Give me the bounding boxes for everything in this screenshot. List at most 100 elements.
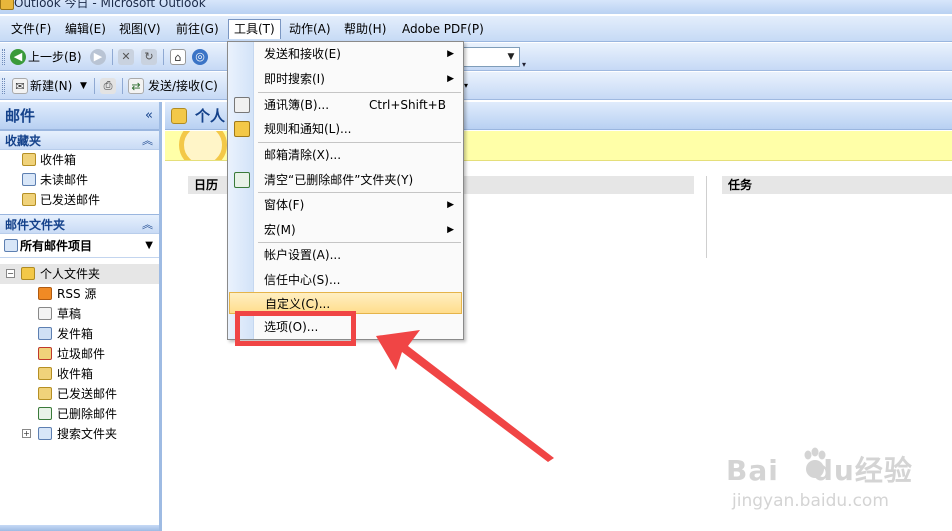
- menu-item-label: 清空“已删除邮件”文件夹(Y): [264, 173, 414, 187]
- toolbar-overflow-icon[interactable]: ▾: [522, 60, 530, 70]
- menu-item-address-book[interactable]: 通讯簿(B)... Ctrl+Shift+B: [229, 94, 462, 116]
- menu-item-mailbox-cleanup[interactable]: 邮箱清除(X)...: [229, 144, 462, 166]
- menu-item-label: 发送和接收(E): [264, 47, 341, 61]
- menu-separator: [258, 242, 461, 243]
- menu-item-account-settings[interactable]: 帐户设置(A)...: [229, 244, 462, 266]
- folder-inbox[interactable]: 收件箱: [0, 364, 159, 384]
- menu-item-forms[interactable]: 窗体(F) ▶: [229, 194, 462, 216]
- menu-item-instant-search[interactable]: 即时搜索(I) ▶: [229, 68, 462, 90]
- menu-actions[interactable]: 动作(A): [284, 19, 336, 39]
- toolbar-separator: [112, 49, 113, 65]
- toolbar-separator: [94, 78, 95, 94]
- menu-item-label: 窗体(F): [264, 198, 305, 212]
- menu-help[interactable]: 帮助(H): [339, 19, 391, 39]
- web-search-icon[interactable]: ◎: [192, 49, 208, 65]
- content-title: 个人: [195, 107, 226, 125]
- collapse-icon[interactable]: −: [6, 269, 15, 278]
- chevron-up-icon[interactable]: ︽: [142, 215, 153, 235]
- folder-label: 垃圾邮件: [57, 347, 106, 361]
- forward-icon[interactable]: ▶: [90, 49, 106, 65]
- menu-tools[interactable]: 工具(T): [228, 19, 281, 39]
- folder-search[interactable]: + 搜索文件夹: [0, 424, 159, 444]
- folder-junk[interactable]: 垃圾邮件: [0, 344, 159, 364]
- menu-go[interactable]: 前往(G): [171, 19, 224, 39]
- menu-item-trust-center[interactable]: 信任中心(S)...: [229, 269, 462, 291]
- chevron-up-icon[interactable]: ︽: [142, 131, 153, 151]
- menu-edit[interactable]: 编辑(E): [60, 19, 111, 39]
- folder-sent[interactable]: 已发送邮件: [0, 384, 159, 404]
- folder-drafts[interactable]: 草稿: [0, 304, 159, 324]
- sun-icon: [179, 131, 227, 160]
- tools-menu-dropdown: 发送和接收(E) ▶ 即时搜索(I) ▶ 通讯簿(B)... Ctrl+Shif…: [227, 41, 464, 340]
- toolbar-grip[interactable]: [2, 78, 5, 94]
- drafts-icon: [38, 307, 52, 320]
- favorites-header[interactable]: 收藏夹 ︽: [0, 130, 159, 150]
- menu-item-label: 规则和通知(L)...: [264, 122, 352, 136]
- folder-label: 个人文件夹: [40, 267, 101, 281]
- menu-item-rules-alerts[interactable]: 规则和通知(L)...: [229, 118, 462, 140]
- all-mail-items-selector[interactable]: 所有邮件项目 ▼: [0, 234, 159, 258]
- mail-toolbar: ✉ 新建(N) ▼ ⎙ ⇄ 发送/接收(C) ▾: [0, 72, 952, 100]
- menu-item-label: 信任中心(S)...: [264, 273, 341, 287]
- menu-file[interactable]: 文件(F): [6, 19, 56, 39]
- submenu-arrow-icon: ▶: [447, 49, 454, 59]
- search-folder-icon: [38, 427, 52, 440]
- submenu-arrow-icon: ▶: [447, 200, 454, 210]
- tasks-header[interactable]: 任务: [722, 176, 952, 194]
- chevron-down-icon[interactable]: ▼: [503, 48, 519, 66]
- favorite-inbox[interactable]: 收件箱: [0, 150, 159, 170]
- mail-folders-header[interactable]: 邮件文件夹 ︽: [0, 214, 159, 234]
- column-divider: [706, 176, 707, 258]
- toolbar-grip[interactable]: [2, 49, 5, 65]
- watermark-brand: Bai: [726, 454, 779, 487]
- favorite-label: 已发送邮件: [40, 193, 101, 207]
- inbox-icon: [22, 153, 36, 166]
- sent-items-icon: [22, 193, 36, 206]
- back-icon: ◀: [10, 49, 26, 65]
- refresh-icon[interactable]: ↻: [141, 49, 157, 65]
- watermark-brand: 经验: [854, 454, 913, 487]
- menu-item-label: 帐户设置(A)...: [264, 248, 342, 262]
- toolbar-overflow-icon[interactable]: ▾: [464, 76, 468, 96]
- menu-item-macros[interactable]: 宏(M) ▶: [229, 219, 462, 241]
- folder-personal[interactable]: − 个人文件夹: [0, 264, 159, 284]
- favorites-title: 收藏夹: [5, 134, 42, 148]
- send-receive-icon: ⇄: [128, 78, 144, 94]
- favorite-unread[interactable]: 未读邮件: [0, 170, 159, 190]
- home-icon[interactable]: ⌂: [170, 49, 186, 65]
- outlook-app-icon: [0, 0, 14, 10]
- search-folder-icon: [22, 173, 36, 186]
- new-button[interactable]: 新建(N): [30, 76, 72, 96]
- folder-rss[interactable]: RSS 源: [0, 284, 159, 304]
- folder-deleted[interactable]: 已删除邮件: [0, 404, 159, 424]
- title-bar: Outlook 今日 - Microsoft Outlook: [0, 0, 952, 14]
- new-mail-icon: ✉: [12, 78, 28, 94]
- outbox-icon: [38, 327, 52, 340]
- nav-header: 邮件 «: [0, 102, 159, 130]
- menu-adobe-pdf[interactable]: Adobe PDF(P): [397, 19, 489, 39]
- baidu-paw-icon: [804, 447, 826, 478]
- expand-icon[interactable]: +: [22, 429, 31, 438]
- menu-item-empty-deleted[interactable]: 清空“已删除邮件”文件夹(Y): [229, 169, 462, 191]
- submenu-arrow-icon: ▶: [447, 74, 454, 84]
- back-button[interactable]: 上一步(B): [28, 47, 82, 67]
- watermark-url: jingyan.baidu.com: [732, 491, 889, 511]
- menu-item-send-receive[interactable]: 发送和接收(E) ▶: [229, 43, 462, 65]
- chevron-down-icon[interactable]: ▼: [145, 234, 153, 258]
- folder-outbox[interactable]: 发件箱: [0, 324, 159, 344]
- menu-separator: [258, 192, 461, 193]
- menu-view[interactable]: 视图(V): [114, 19, 166, 39]
- inbox-icon: [38, 367, 52, 380]
- toolbar-separator: [163, 49, 164, 65]
- menu-item-label: 通讯簿(B)...: [264, 98, 330, 112]
- collapse-pane-icon[interactable]: «: [145, 102, 153, 130]
- junk-mail-icon: [38, 347, 52, 360]
- folder-label: 收件箱: [57, 367, 94, 381]
- favorite-sent[interactable]: 已发送邮件: [0, 190, 159, 210]
- nav-resize-handle[interactable]: [0, 525, 159, 531]
- print-icon[interactable]: ⎙: [100, 78, 116, 94]
- chevron-down-icon[interactable]: ▼: [80, 76, 87, 96]
- folder-label: 已发送邮件: [57, 387, 118, 401]
- stop-icon[interactable]: ✕: [118, 49, 134, 65]
- send-receive-button[interactable]: 发送/接收(C): [148, 76, 218, 96]
